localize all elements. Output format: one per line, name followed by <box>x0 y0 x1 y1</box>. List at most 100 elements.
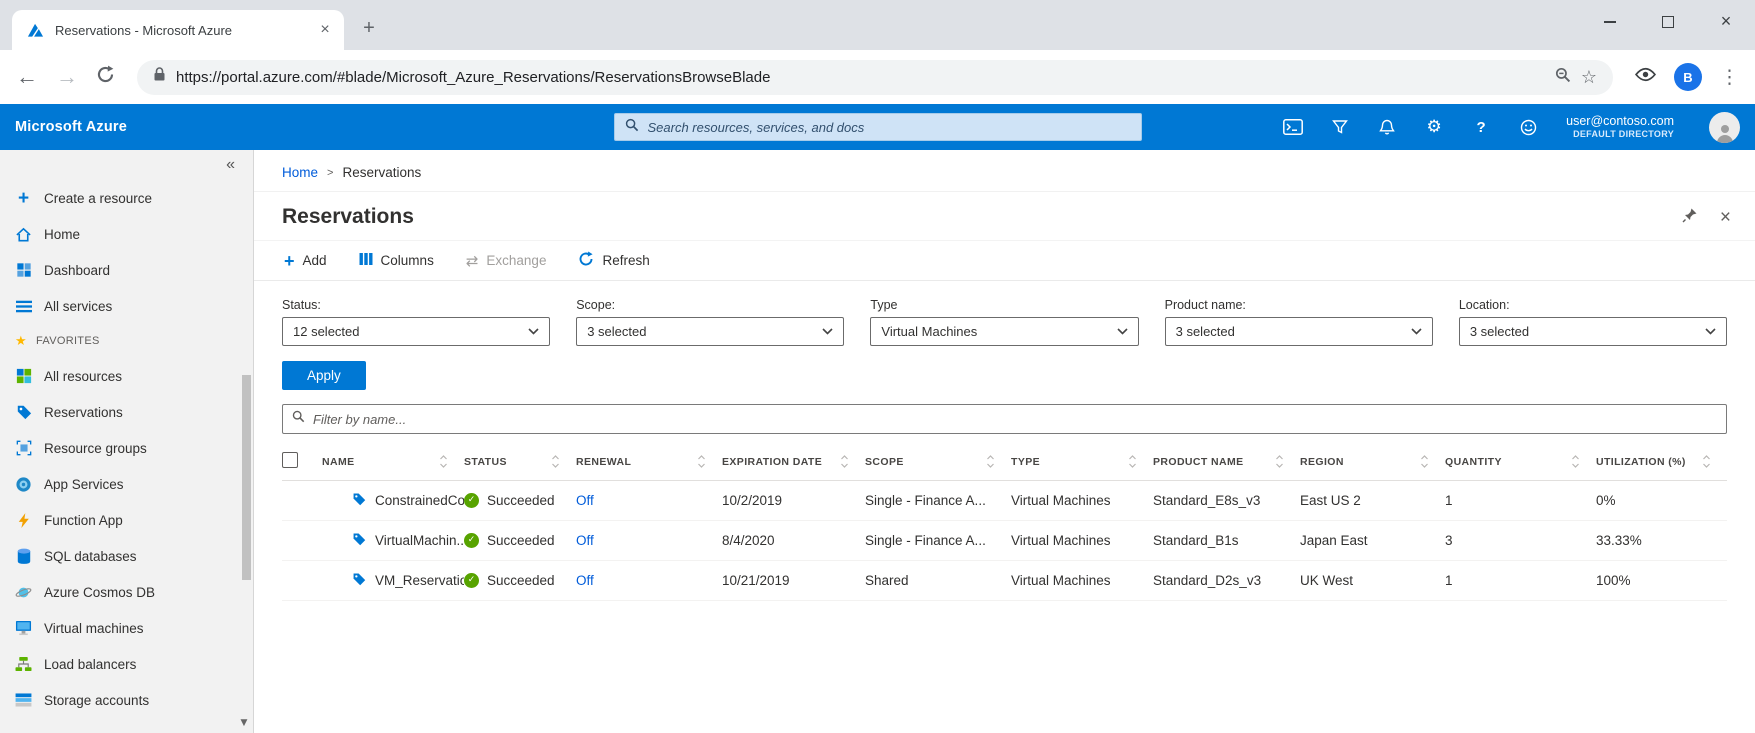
filter-by-name-input[interactable] <box>313 412 1717 427</box>
browser-menu-icon[interactable]: ⋮ <box>1720 66 1739 88</box>
blade-close-icon[interactable]: × <box>1720 208 1731 227</box>
add-button[interactable]: + Add <box>284 252 327 270</box>
bookmark-star-icon[interactable]: ☆ <box>1581 67 1597 88</box>
pin-icon[interactable] <box>1682 207 1698 228</box>
browser-profile-avatar[interactable]: B <box>1674 63 1702 91</box>
sort-icon[interactable] <box>439 455 448 468</box>
sidebar-item-load-balancers[interactable]: Load balancers <box>0 646 253 682</box>
new-tab-button[interactable]: + <box>356 17 382 40</box>
sidebar-item-app-services[interactable]: App Services <box>0 466 253 502</box>
notifications-bell-icon[interactable] <box>1376 116 1398 138</box>
column-header-expiration-date[interactable]: EXPIRATION DATE <box>722 444 865 480</box>
reservation-icon <box>352 572 366 589</box>
filter-by-name-box[interactable] <box>282 404 1727 434</box>
back-button[interactable]: ← <box>16 66 38 88</box>
cell-utilization: 0% <box>1596 480 1727 520</box>
cell-name[interactable]: VM_Reservatio... <box>322 560 464 600</box>
tab-close-icon[interactable]: × <box>316 21 334 39</box>
sort-icon[interactable] <box>697 455 706 468</box>
sidebar-item-all-resources[interactable]: All resources <box>0 358 253 394</box>
sort-icon[interactable] <box>1702 455 1711 468</box>
table-row[interactable]: VM_Reservatio... ✓Succeeded Off 10/21/20… <box>282 560 1727 600</box>
sidebar-item-storage-accounts[interactable]: Storage accounts <box>0 682 253 718</box>
cell-status: ✓Succeeded <box>464 480 576 520</box>
type-filter-select[interactable]: Virtual Machines <box>870 317 1138 346</box>
sidebar-scroll-down-button[interactable]: ▼ <box>236 715 252 731</box>
sort-icon[interactable] <box>1128 455 1137 468</box>
azure-brand[interactable]: Microsoft Azure <box>15 119 127 135</box>
table-row[interactable]: VirtualMachin... ✓Succeeded Off 8/4/2020… <box>282 520 1727 560</box>
sort-icon[interactable] <box>1420 455 1429 468</box>
window-close-button[interactable]: × <box>1697 11 1755 32</box>
sidebar-item-home[interactable]: Home <box>0 216 253 252</box>
product-name-filter-select[interactable]: 3 selected <box>1165 317 1433 346</box>
scope-filter-select[interactable]: 3 selected <box>576 317 844 346</box>
sort-icon[interactable] <box>840 455 849 468</box>
column-header-status[interactable]: STATUS <box>464 444 576 480</box>
table-row[interactable]: ConstrainedCo... ✓Succeeded Off 10/2/201… <box>282 480 1727 520</box>
apply-button[interactable]: Apply <box>282 361 366 390</box>
column-header-quantity[interactable]: QUANTITY <box>1445 444 1596 480</box>
directory-filter-icon[interactable] <box>1329 116 1351 138</box>
cloud-shell-icon[interactable] <box>1282 116 1304 138</box>
feedback-smiley-icon[interactable] <box>1517 116 1539 138</box>
columns-button[interactable]: Columns <box>359 252 434 269</box>
add-plus-icon: + <box>284 252 295 270</box>
help-icon[interactable]: ? <box>1470 116 1492 138</box>
settings-gear-icon[interactable]: ⚙ <box>1423 116 1445 138</box>
cell-name[interactable]: VirtualMachin... <box>322 520 464 560</box>
column-header-type[interactable]: TYPE <box>1011 444 1153 480</box>
sidebar-item-create-a-resource[interactable]: + Create a resource <box>0 180 253 216</box>
url-input[interactable] <box>176 69 1545 86</box>
browser-tab[interactable]: Reservations - Microsoft Azure × <box>12 10 344 50</box>
column-header-renewal[interactable]: RENEWAL <box>576 444 722 480</box>
column-header-utilization[interactable]: UTILIZATION (%) <box>1596 444 1727 480</box>
global-search-box[interactable] <box>614 113 1142 141</box>
reservation-icon <box>352 532 366 549</box>
sidebar-item-function-app[interactable]: Function App <box>0 502 253 538</box>
eye-extension-icon[interactable] <box>1635 67 1656 87</box>
column-header-scope[interactable]: SCOPE <box>865 444 1011 480</box>
reservation-name[interactable]: ConstrainedCo... <box>375 493 464 508</box>
reload-button[interactable] <box>96 65 115 89</box>
renewal-link[interactable]: Off <box>576 533 594 548</box>
column-header-name[interactable]: NAME <box>322 444 464 480</box>
sort-icon[interactable] <box>1275 455 1284 468</box>
sort-icon[interactable] <box>551 455 560 468</box>
breadcrumb-home-link[interactable]: Home <box>282 165 318 180</box>
location-filter-select[interactable]: 3 selected <box>1459 317 1727 346</box>
renewal-link[interactable]: Off <box>576 493 594 508</box>
sidebar-item-virtual-machines[interactable]: Virtual machines <box>0 610 253 646</box>
forward-button[interactable]: → <box>56 66 78 88</box>
column-header-product-name[interactable]: PRODUCT NAME <box>1153 444 1300 480</box>
cell-name[interactable]: ConstrainedCo... <box>322 480 464 520</box>
renewal-link[interactable]: Off <box>576 573 594 588</box>
url-bar[interactable]: ☆ <box>137 60 1613 95</box>
filter-value: Virtual Machines <box>881 324 977 339</box>
exchange-button[interactable]: ⇄ Exchange <box>466 252 547 270</box>
maximize-button[interactable] <box>1639 11 1697 32</box>
column-header-region[interactable]: REGION <box>1300 444 1445 480</box>
sort-icon[interactable] <box>1571 455 1580 468</box>
select-all-checkbox[interactable] <box>282 452 298 468</box>
global-search-input[interactable] <box>648 120 1131 135</box>
sidebar-item-label: Function App <box>44 513 123 528</box>
window-controls: × <box>1581 0 1755 42</box>
sidebar-item-sql-databases[interactable]: SQL databases <box>0 538 253 574</box>
sidebar-scrollbar-thumb[interactable] <box>242 375 251 580</box>
sidebar-item-all-services[interactable]: All services <box>0 288 253 324</box>
sidebar-item-azure-cosmos-db[interactable]: Azure Cosmos DB <box>0 574 253 610</box>
minimize-button[interactable] <box>1581 11 1639 32</box>
zoom-icon[interactable] <box>1555 67 1571 88</box>
reservation-name[interactable]: VirtualMachin... <box>375 533 464 548</box>
sidebar-item-dashboard[interactable]: Dashboard <box>0 252 253 288</box>
sidebar-item-resource-groups[interactable]: Resource groups <box>0 430 253 466</box>
refresh-button[interactable]: Refresh <box>578 251 649 270</box>
user-avatar[interactable] <box>1709 112 1740 143</box>
sidebar-item-reservations[interactable]: Reservations <box>0 394 253 430</box>
sidebar-collapse-button[interactable]: « <box>0 150 253 180</box>
status-filter-select[interactable]: 12 selected <box>282 317 550 346</box>
sort-icon[interactable] <box>986 455 995 468</box>
reservation-name[interactable]: VM_Reservatio... <box>375 573 464 588</box>
user-block[interactable]: user@contoso.com DEFAULT DIRECTORY <box>1566 114 1674 141</box>
